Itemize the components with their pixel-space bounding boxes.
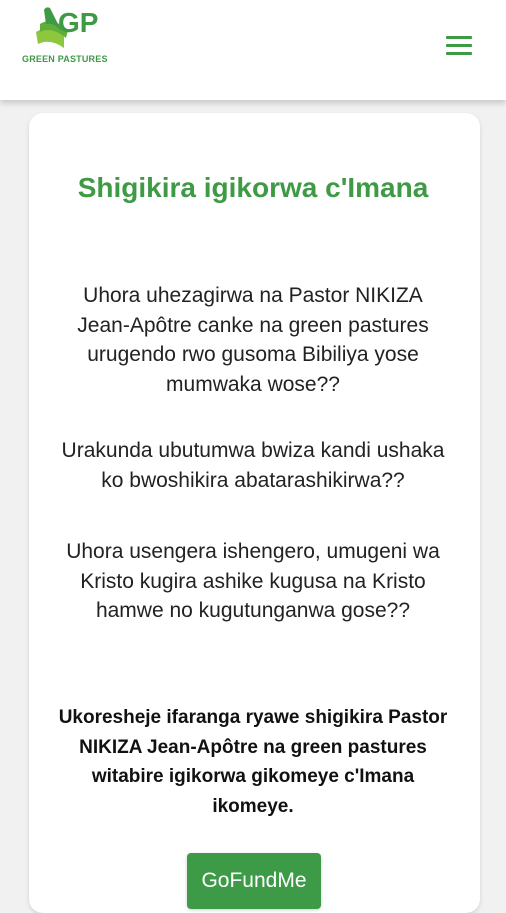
svg-text:GP: GP (58, 7, 98, 38)
logo-text: GREEN PASTURES (22, 54, 108, 64)
page-title: Shigikira igikorwa c'Imana (77, 172, 429, 203)
question-paragraph: Uhora usengera ishengero, umugeni wa Kri… (66, 540, 440, 622)
logo-mark-icon: GP (36, 7, 98, 48)
question-paragraph: Urakunda ubutumwa bwiza kandi ushaka ko … (61, 439, 445, 492)
green-pastures-logo[interactable]: GP GREEN PASTURES (22, 2, 122, 68)
call-to-action-text: Ukoresheje ifaranga ryawe shigikira Past… (58, 707, 448, 817)
hamburger-icon-bar (446, 36, 472, 39)
hamburger-icon-bar (446, 44, 472, 47)
question-paragraph: Uhora uhezagirwa na Pastor NIKIZA Jean-A… (77, 284, 429, 396)
app-header: GP GREEN PASTURES (0, 0, 506, 100)
hamburger-menu-button[interactable] (443, 32, 475, 60)
hamburger-icon-bar (446, 52, 472, 55)
gofundme-button[interactable]: GoFundMe (187, 853, 321, 909)
